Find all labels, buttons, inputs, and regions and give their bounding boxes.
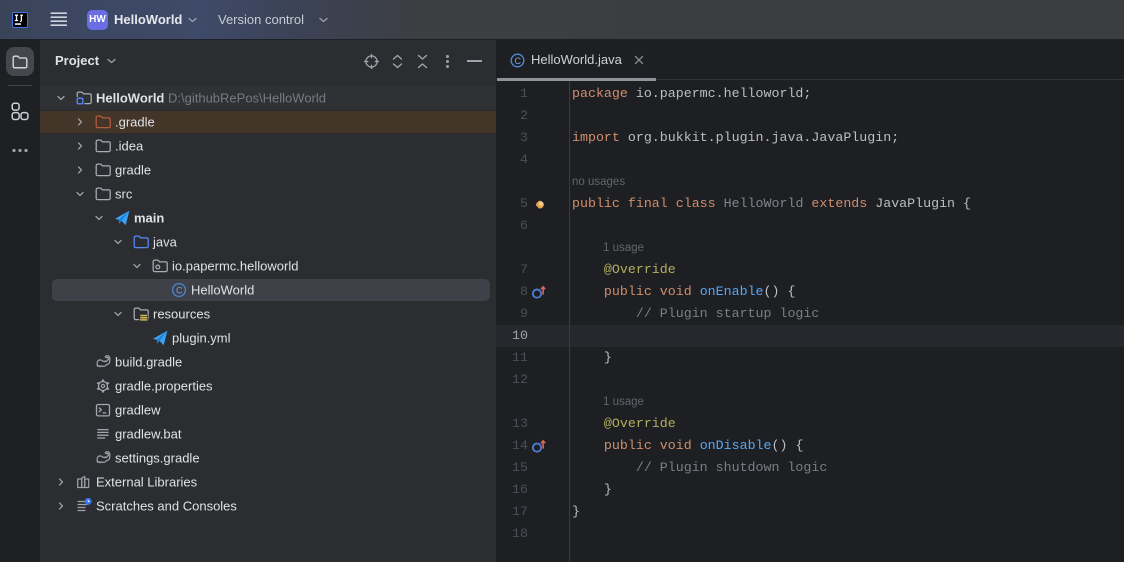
- svg-text:C: C: [176, 285, 183, 295]
- svg-text:C: C: [514, 56, 521, 66]
